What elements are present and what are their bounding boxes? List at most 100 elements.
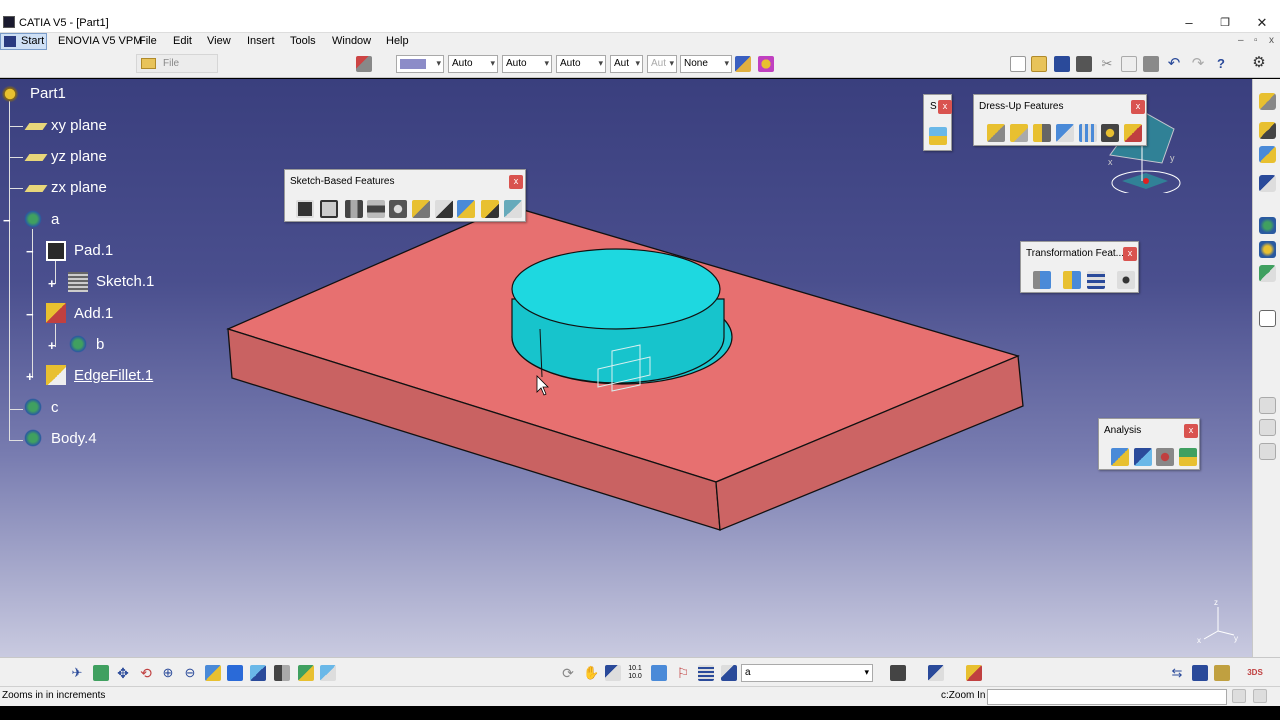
render-style-combo[interactable]: Aut ▾ bbox=[647, 55, 677, 73]
hand-icon[interactable]: ✋ bbox=[583, 665, 599, 681]
reference-elements-icon[interactable] bbox=[1259, 265, 1276, 282]
body-gear-icon[interactable] bbox=[68, 334, 88, 354]
disabled-tool-icon[interactable] bbox=[1259, 397, 1276, 414]
redo-icon[interactable]: ↷ bbox=[1190, 56, 1206, 72]
panel-close-button[interactable]: x bbox=[1123, 247, 1137, 261]
s-toolbar[interactable]: S x bbox=[923, 94, 952, 151]
removed-multi-section-icon[interactable] bbox=[504, 200, 522, 218]
file-toolbar-combo[interactable]: File bbox=[136, 54, 218, 73]
measure-icon[interactable]: 10.1 10.0 bbox=[627, 665, 643, 681]
tree-item-part1[interactable]: Part1 bbox=[30, 85, 66, 102]
edge-fillet-icon[interactable] bbox=[46, 365, 66, 385]
cut-icon[interactable]: ✂ bbox=[1099, 56, 1115, 72]
macro-icon[interactable] bbox=[928, 665, 944, 681]
surface-analysis-icon[interactable] bbox=[1179, 448, 1197, 466]
restore-button[interactable]: ❐ bbox=[1210, 14, 1240, 32]
doc-minimize-button[interactable]: – bbox=[1238, 35, 1244, 46]
sketcher-icon[interactable] bbox=[1259, 310, 1276, 327]
curvature-analysis-icon[interactable] bbox=[1134, 448, 1152, 466]
analysis-toolbar[interactable]: Analysis x bbox=[1098, 418, 1200, 470]
tree-item-body-b[interactable]: b bbox=[96, 336, 104, 353]
hole-tool-icon[interactable] bbox=[389, 200, 407, 218]
format-painter-icon[interactable] bbox=[735, 56, 751, 72]
capture-icon[interactable] bbox=[890, 665, 906, 681]
insert-body-icon[interactable] bbox=[1259, 217, 1276, 234]
tree-item-sketch[interactable]: Sketch.1 bbox=[96, 273, 154, 290]
current-layer-combo[interactable]: a ▾ bbox=[741, 664, 873, 682]
knowledge-icon[interactable] bbox=[966, 665, 982, 681]
remove-face-icon[interactable] bbox=[1124, 124, 1142, 142]
expand-icon[interactable]: + bbox=[48, 277, 56, 290]
line-thickness-combo[interactable]: Auto ▾ bbox=[502, 55, 552, 73]
translation-tool-icon[interactable] bbox=[1033, 271, 1051, 289]
shading-icon[interactable] bbox=[274, 665, 290, 681]
disabled-tool-icon[interactable] bbox=[1259, 443, 1276, 460]
settings-gear-icon[interactable]: ⚙ bbox=[1251, 55, 1267, 71]
close-button[interactable]: ✕ bbox=[1247, 14, 1277, 32]
status-button-icon[interactable] bbox=[1232, 689, 1246, 703]
copy-icon[interactable] bbox=[1121, 56, 1137, 72]
doc-restore-button[interactable]: ▫ bbox=[1254, 35, 1258, 46]
menu-edit[interactable]: Edit bbox=[173, 35, 192, 47]
power-input-field[interactable] bbox=[987, 689, 1227, 705]
dress-up-features-toolbar[interactable]: Dress-Up Features x bbox=[973, 94, 1147, 146]
thickness-tool-icon[interactable] bbox=[1079, 124, 1097, 142]
measure-item-icon[interactable]: ⚐ bbox=[675, 665, 691, 681]
3d-viewport[interactable]: x y z x y Part1 xy plane yz plane zx pla… bbox=[0, 79, 1252, 657]
pattern-tool-icon[interactable] bbox=[1087, 271, 1105, 289]
draft-analysis-icon[interactable] bbox=[1111, 448, 1129, 466]
expand-icon[interactable]: + bbox=[48, 339, 56, 352]
minimize-button[interactable]: – bbox=[1174, 14, 1204, 32]
draft-tool-icon[interactable] bbox=[1033, 124, 1051, 142]
thread-analysis-icon[interactable] bbox=[1156, 448, 1174, 466]
hide-show-icon[interactable] bbox=[298, 665, 314, 681]
chamfer-tool-icon[interactable] bbox=[1010, 124, 1028, 142]
multi-section-solid-icon[interactable] bbox=[481, 200, 499, 218]
create-multi-view-icon[interactable] bbox=[227, 665, 243, 681]
menu-file[interactable]: File bbox=[139, 35, 157, 47]
menu-start[interactable]: Start bbox=[0, 33, 47, 50]
shaft-tool-icon[interactable] bbox=[345, 200, 363, 218]
collapse-icon[interactable]: − bbox=[3, 214, 11, 227]
axis-system-icon[interactable] bbox=[605, 665, 621, 681]
tree-item-zx-plane[interactable]: zx plane bbox=[51, 179, 107, 196]
iso-view-icon[interactable] bbox=[250, 665, 266, 681]
menu-view[interactable]: View bbox=[207, 35, 231, 47]
groove-tool-icon[interactable] bbox=[367, 200, 385, 218]
normal-view-icon[interactable] bbox=[205, 665, 221, 681]
open-icon[interactable] bbox=[1031, 56, 1047, 72]
pad-sidebar-icon[interactable] bbox=[1259, 122, 1276, 139]
swap-icon[interactable]: ⇆ bbox=[1169, 665, 1185, 681]
disabled-tool-icon[interactable] bbox=[1259, 419, 1276, 436]
tree-item-yz-plane[interactable]: yz plane bbox=[51, 148, 107, 165]
point-type-combo[interactable]: Aut ▾ bbox=[610, 55, 643, 73]
tree-item-edge-fillet[interactable]: EdgeFillet.1 bbox=[74, 367, 153, 384]
tree-item-body-a[interactable]: a bbox=[51, 211, 59, 228]
mirror-tool-icon[interactable] bbox=[1063, 271, 1081, 289]
graphic-properties-icon[interactable] bbox=[758, 56, 774, 72]
layer-combo[interactable]: None ▾ bbox=[680, 55, 732, 73]
body-gear-icon[interactable] bbox=[23, 428, 43, 448]
tree-item-body-c[interactable]: c bbox=[51, 399, 59, 416]
constraint-icon[interactable] bbox=[1259, 175, 1276, 192]
catia-app-icon[interactable] bbox=[3, 16, 15, 28]
menu-window[interactable]: Window bbox=[332, 35, 371, 47]
paste-icon[interactable] bbox=[1143, 56, 1159, 72]
panel-close-button[interactable]: x bbox=[509, 175, 523, 189]
color-combo[interactable]: ▾ bbox=[396, 55, 444, 73]
catalog-icon[interactable] bbox=[356, 56, 372, 72]
stiffener-tool-icon[interactable] bbox=[457, 200, 475, 218]
menu-enovia[interactable]: ENOVIA V5 VPM bbox=[58, 35, 142, 47]
fly-mode-icon[interactable]: ✈ bbox=[69, 665, 85, 681]
slot-tool-icon[interactable] bbox=[435, 200, 453, 218]
transparency-combo[interactable]: Auto ▾ bbox=[448, 55, 498, 73]
swap-visible-space-icon[interactable] bbox=[320, 665, 336, 681]
add-boolean-icon[interactable] bbox=[46, 303, 66, 323]
menu-help[interactable]: Help bbox=[386, 35, 409, 47]
menu-tools[interactable]: Tools bbox=[290, 35, 316, 47]
panel-close-button[interactable]: x bbox=[1131, 100, 1145, 114]
fit-all-in-icon[interactable] bbox=[93, 665, 109, 681]
sketch-icon[interactable] bbox=[68, 272, 88, 292]
surface-based-icon[interactable] bbox=[929, 127, 947, 145]
dress-up-sidebar-icon[interactable] bbox=[1259, 146, 1276, 163]
